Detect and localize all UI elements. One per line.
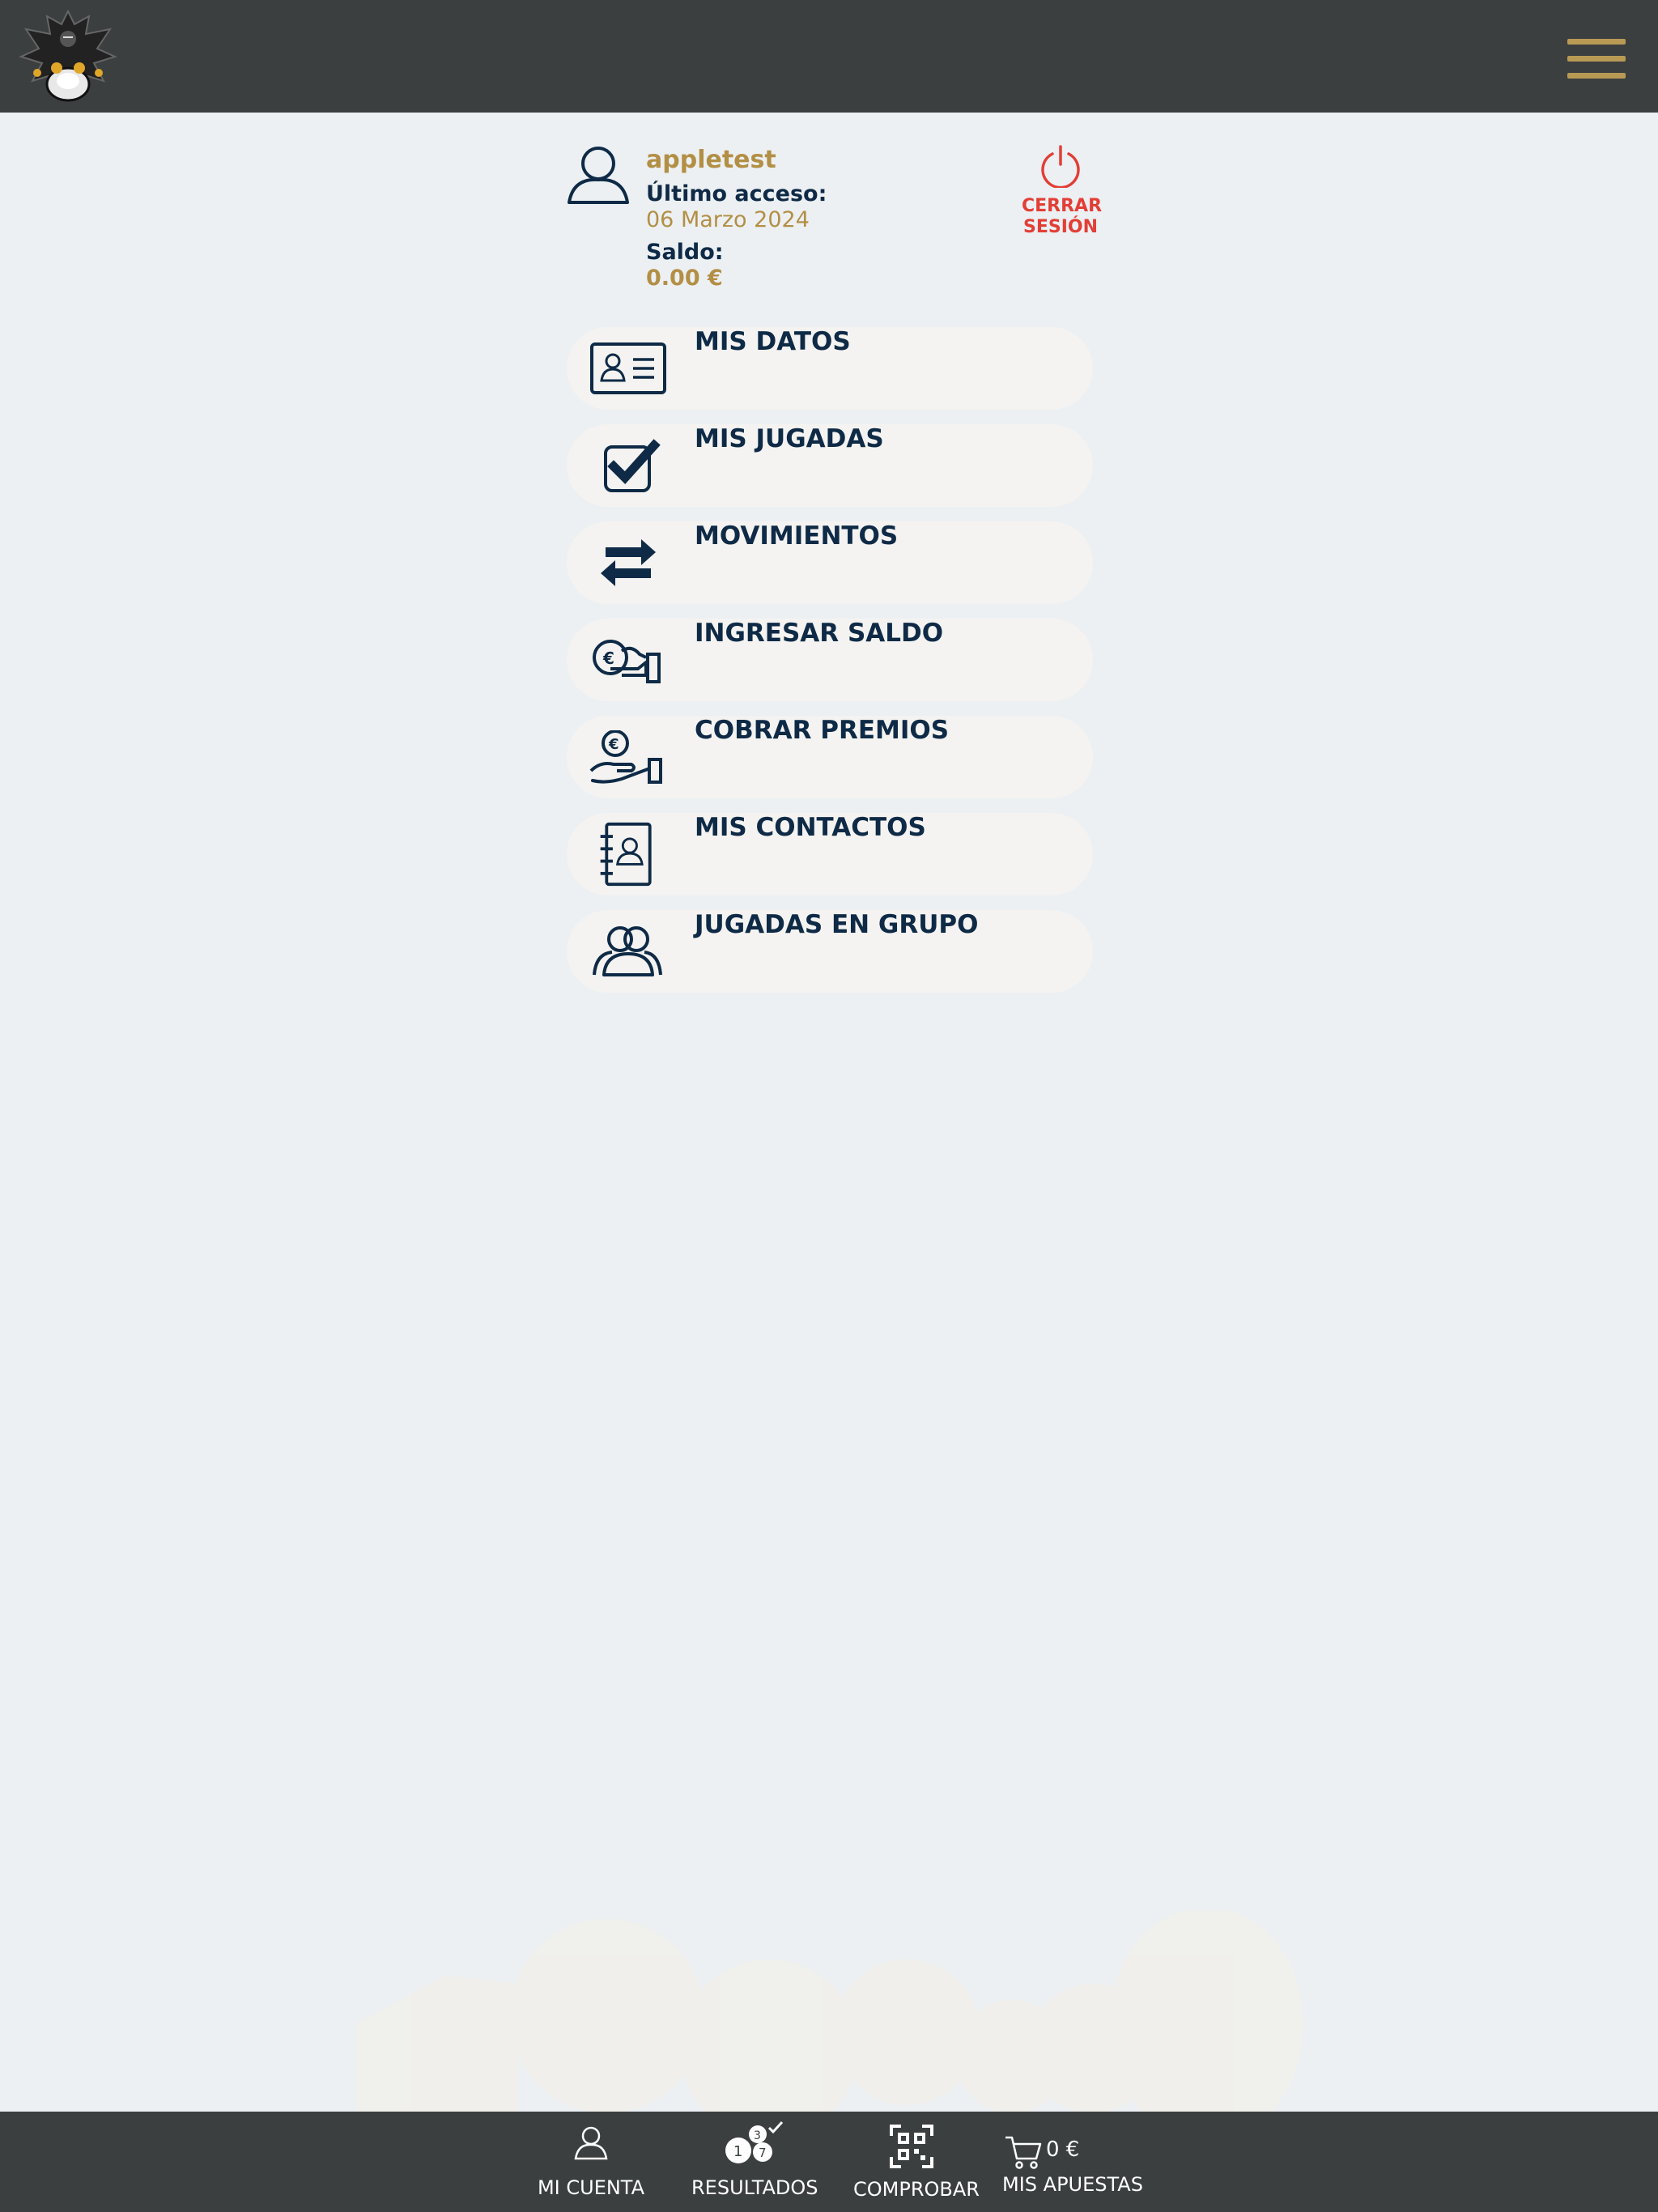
tab-label: COMPROBAR bbox=[853, 2178, 980, 2201]
svg-text:€: € bbox=[608, 736, 619, 753]
address-book-icon bbox=[600, 822, 652, 887]
user-icon bbox=[574, 2126, 608, 2160]
dragon-logo-icon[interactable] bbox=[15, 6, 121, 107]
group-icon bbox=[593, 926, 662, 976]
transfer-arrows-icon bbox=[601, 539, 656, 586]
last-access-label: Último acceso: bbox=[646, 181, 827, 206]
checkbox-icon bbox=[604, 439, 661, 492]
lottery-decoration-background bbox=[356, 1911, 1303, 2113]
menu-item-mis-contactos[interactable]: MIS CONTACTOS bbox=[567, 813, 1093, 895]
cart-icon bbox=[1005, 2136, 1042, 2169]
tab-comprobar[interactable]: COMPROBAR bbox=[853, 2112, 980, 2212]
last-access-value: 06 Marzo 2024 bbox=[646, 207, 810, 232]
svg-text:7: 7 bbox=[759, 2146, 767, 2160]
id-card-icon bbox=[590, 342, 666, 394]
qr-scan-icon bbox=[890, 2125, 933, 2168]
menu-item-label: MOVIMIENTOS bbox=[695, 521, 899, 551]
menu-item-label: JUGADAS EN GRUPO bbox=[695, 910, 979, 939]
menu-item-ingresar-saldo[interactable]: € INGRESAR SALDO bbox=[567, 619, 1093, 701]
tab-mis-apuestas[interactable]: MIS APUESTAS bbox=[1002, 2112, 1143, 2212]
menu-item-mis-datos[interactable]: MIS DATOS bbox=[567, 327, 1093, 410]
account-menu: MIS DATOS MIS JUGADAS MOVIMIENTOS € INGR… bbox=[567, 327, 1093, 1007]
menu-item-label: INGRESAR SALDO bbox=[695, 619, 944, 648]
menu-item-jugadas-en-grupo[interactable]: JUGADAS EN GRUPO bbox=[567, 910, 1093, 993]
power-icon bbox=[1041, 145, 1080, 188]
tab-label: RESULTADOS bbox=[691, 2176, 818, 2199]
menu-item-label: MIS JUGADAS bbox=[695, 424, 884, 453]
logout-label: CERRAR SESIÓN bbox=[1022, 196, 1103, 237]
collect-prize-icon: € bbox=[589, 730, 662, 784]
hamburger-menu-icon[interactable] bbox=[1567, 39, 1626, 84]
logout-button[interactable]: CERRAR SESIÓN bbox=[1022, 144, 1103, 248]
lottery-balls-icon: 1 3 7 bbox=[725, 2121, 784, 2163]
menu-item-mis-jugadas[interactable]: MIS JUGADAS bbox=[567, 424, 1093, 507]
deposit-coin-icon: € bbox=[593, 640, 661, 683]
svg-text:3: 3 bbox=[754, 2129, 761, 2142]
profile-summary: appletest Último acceso: 06 Marzo 2024 S… bbox=[565, 144, 1091, 298]
menu-item-cobrar-premios[interactable]: € COBRAR PREMIOS bbox=[567, 716, 1093, 798]
username: appletest bbox=[646, 146, 776, 174]
svg-text:1: 1 bbox=[733, 2143, 742, 2160]
menu-item-label: COBRAR PREMIOS bbox=[695, 716, 950, 745]
balance-label: Saldo: bbox=[646, 240, 724, 265]
tab-label: MIS APUESTAS bbox=[1002, 2173, 1143, 2196]
tab-label: MI CUENTA bbox=[537, 2176, 645, 2199]
balance-value: 0.00 € bbox=[646, 266, 723, 291]
tab-mi-cuenta[interactable]: MI CUENTA bbox=[534, 2112, 648, 2212]
bottom-nav-bar bbox=[0, 2112, 1658, 2212]
menu-item-label: MIS CONTACTOS bbox=[695, 813, 926, 842]
top-bar bbox=[0, 0, 1658, 113]
svg-text:€: € bbox=[602, 649, 614, 668]
menu-item-label: MIS DATOS bbox=[695, 327, 851, 356]
tab-resultados[interactable]: 1 3 7 RESULTADOS bbox=[691, 2112, 818, 2212]
user-avatar-icon bbox=[568, 147, 629, 204]
cart-amount: 0 € bbox=[1046, 2138, 1080, 2162]
menu-item-movimientos[interactable]: MOVIMIENTOS bbox=[567, 521, 1093, 604]
